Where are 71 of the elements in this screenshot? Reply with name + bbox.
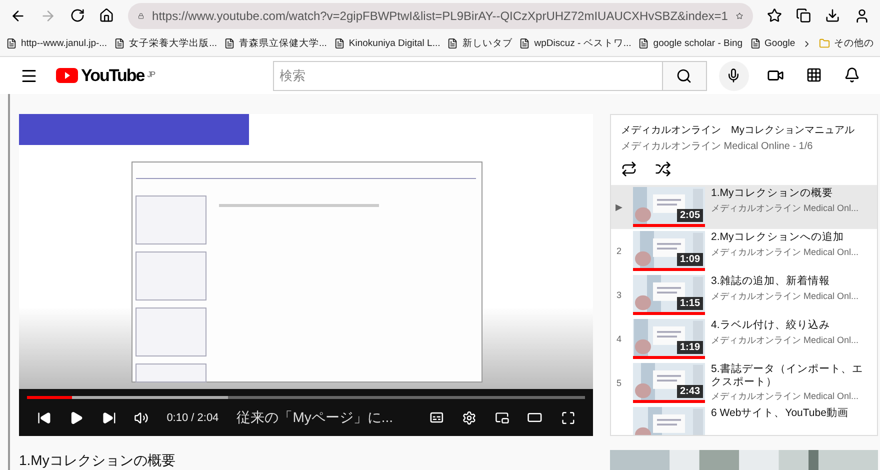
profile-icon[interactable] xyxy=(854,8,870,24)
bookmark[interactable]: Google xyxy=(750,38,796,50)
item-index: 5 xyxy=(615,378,622,388)
playlist-title: メディカルオンライン Myコレクションマニュアル xyxy=(621,124,856,137)
volume-icon[interactable] xyxy=(134,410,149,426)
item-title: 1.Myコレクションの概要 xyxy=(711,187,834,200)
fullscreen-icon[interactable] xyxy=(560,410,575,426)
collections-icon[interactable] xyxy=(796,8,811,24)
bookmark-folder[interactable]: その他の xyxy=(819,37,874,50)
play-icon[interactable] xyxy=(69,410,84,426)
chapter-title[interactable]: 従来の「Myページ」に... xyxy=(236,408,394,426)
reload-icon[interactable] xyxy=(70,8,85,24)
channel-name: メディカルオンライン Medical Onl... xyxy=(711,390,860,404)
notifications-icon[interactable] xyxy=(844,67,860,84)
address-bar[interactable]: https://www.youtube.com/watch?v=2gipFBWPtwI&list=PL9BirAY--QICzXprUHZ72mIUAUCXHvSBZ&index=1 xyxy=(128,2,753,29)
page-icon xyxy=(334,38,345,50)
duration-badge: 1:19 xyxy=(676,341,703,354)
playlist-item[interactable]: ▶ 2:05 1.Myコレクションの概要 メディカルオンライン Medical Onl... xyxy=(611,185,877,229)
item-index: 2 xyxy=(615,246,622,256)
channel-name: メディカルオンライン Medical Onl... xyxy=(711,334,860,347)
miniplayer-icon[interactable] xyxy=(494,410,510,426)
bookmark[interactable]: 新しいタブ xyxy=(447,37,512,50)
item-index: 3 xyxy=(615,290,622,300)
item-index: 4 xyxy=(615,334,622,344)
page-icon xyxy=(750,38,761,50)
favorites-icon[interactable] xyxy=(767,8,782,24)
time-display: 0:10 / 2:04 xyxy=(166,412,219,424)
duration-badge: 1:15 xyxy=(676,297,703,310)
settings-icon[interactable] xyxy=(462,410,477,426)
playlist-subtitle: メディカルオンライン Medical Online - 1/6 xyxy=(621,140,814,153)
item-title: 5.書誌データ（インポート、エクスポート） xyxy=(711,363,864,388)
back-icon[interactable] xyxy=(10,8,26,24)
duration-badge: 2:05 xyxy=(676,209,703,222)
bookmark[interactable]: 青森県立保健大学... xyxy=(224,37,327,50)
previous-icon[interactable] xyxy=(37,410,52,426)
bookmark[interactable]: http--www.janul.jp-... xyxy=(6,38,108,50)
apps-icon[interactable] xyxy=(806,67,822,84)
item-title: 2.Myコレクションへの追加 xyxy=(711,231,845,244)
duration-badge: 2:43 xyxy=(676,385,703,398)
mic-icon xyxy=(726,68,742,84)
search-button[interactable] xyxy=(662,60,707,91)
search-icon xyxy=(676,68,692,84)
page-icon xyxy=(224,38,235,50)
page-icon xyxy=(447,38,458,50)
repeat-icon[interactable] xyxy=(621,161,637,177)
folder-icon xyxy=(819,38,830,50)
shuffle-icon[interactable] xyxy=(655,161,671,177)
item-title: 4.ラベル付け、絞り込み xyxy=(711,319,831,332)
page-icon xyxy=(519,38,530,50)
video-player[interactable]: 0:10 / 2:04 従来の「Myページ」に... xyxy=(19,114,593,436)
bookmark[interactable]: google scholar - Bing xyxy=(638,38,743,50)
next-icon[interactable] xyxy=(102,410,116,426)
channel-name: メディカルオンライン Medical Onl... xyxy=(711,202,860,215)
page-icon xyxy=(638,38,650,50)
video-title: 1.Myコレクションの概要 xyxy=(19,452,176,470)
bookmark[interactable]: Kinokuniya Digital L... xyxy=(334,38,440,50)
duration-badge: 1:09 xyxy=(676,253,703,266)
download-icon[interactable] xyxy=(825,8,840,24)
bookmark[interactable]: wpDiscuz - ベストワ... xyxy=(519,37,632,50)
item-index: ▶ xyxy=(614,202,624,212)
mic-button[interactable] xyxy=(718,60,749,91)
bookmark[interactable]: 女子栄養大学出版... xyxy=(114,37,217,50)
home-icon[interactable] xyxy=(99,8,114,24)
channel-name: メディカルオンライン Medical Onl... xyxy=(711,290,860,303)
progress-bar[interactable] xyxy=(27,396,585,399)
search-field[interactable]: 検索 xyxy=(272,60,663,91)
item-title: 3.雑誌の追加、新着情報 xyxy=(711,275,831,288)
page-icon xyxy=(6,38,17,50)
item-title: 6 Webサイト、YouTube動画 xyxy=(711,407,850,420)
channel-name: メディカルオンライン Medical Onl... xyxy=(711,246,860,259)
page-icon xyxy=(114,38,126,50)
